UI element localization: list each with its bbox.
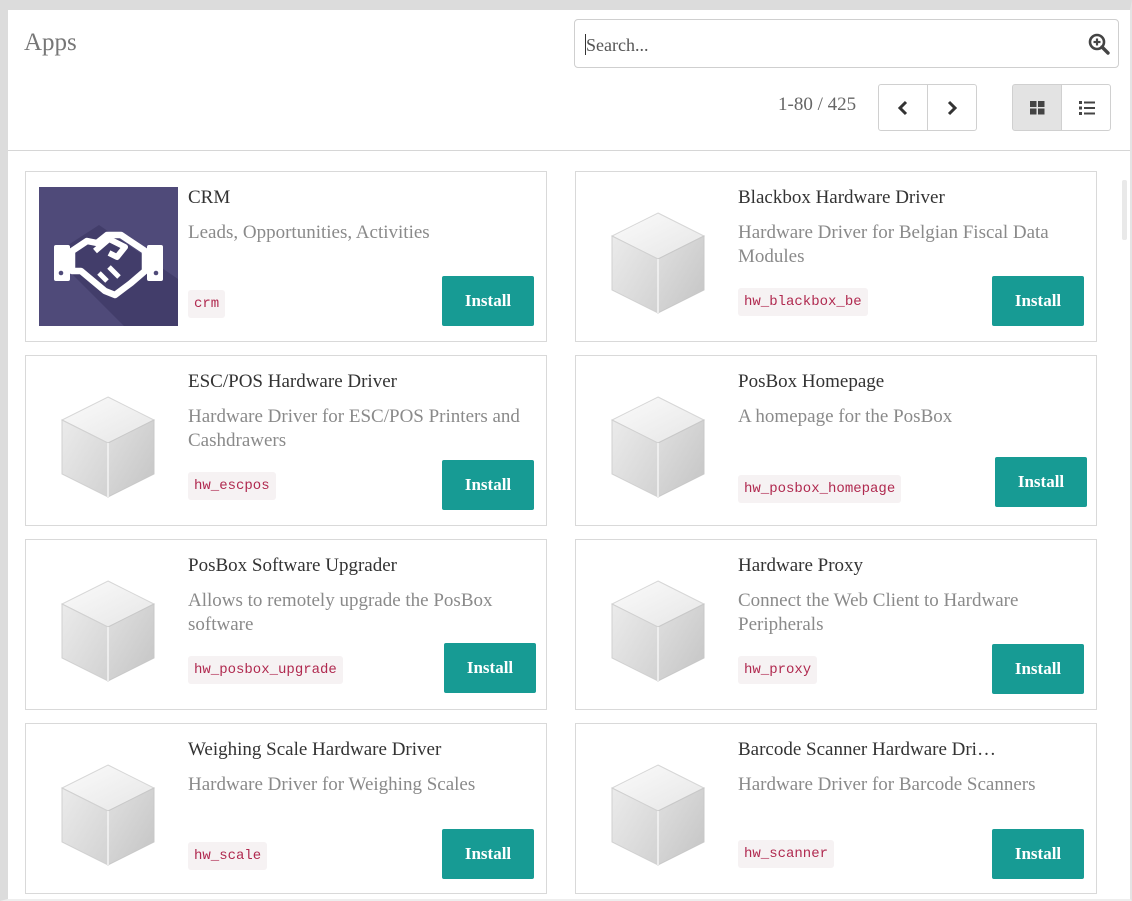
- install-button[interactable]: Install: [992, 829, 1084, 879]
- module-cube-icon: [39, 739, 178, 878]
- app-card-crm[interactable]: CRM Leads, Opportunities, Activities crm…: [25, 171, 547, 342]
- technical-name: hw_escpos: [188, 472, 276, 500]
- scrollbar-thumb[interactable]: [1122, 180, 1127, 240]
- app-summary: Hardware Driver for Barcode Scanners: [738, 774, 1036, 795]
- install-button[interactable]: Install: [992, 644, 1084, 694]
- install-button[interactable]: Install: [995, 457, 1087, 507]
- app-card-posbox-upgrade[interactable]: PosBox Software Upgrader Allows to remot…: [25, 539, 547, 710]
- pager-previous-button[interactable]: [878, 84, 928, 131]
- app-card-barcode-scanner[interactable]: Barcode Scanner Hardware Dri… Hardware D…: [575, 723, 1097, 894]
- text-caret: [585, 34, 586, 55]
- install-button[interactable]: Install: [442, 829, 534, 879]
- app-summary: A homepage for the PosBox: [738, 406, 953, 427]
- list-view-button[interactable]: [1061, 84, 1111, 131]
- crm-handshake-icon: [39, 187, 178, 326]
- app-title: PosBox Homepage: [738, 371, 885, 392]
- app-title: Barcode Scanner Hardware Dri…: [738, 739, 996, 760]
- search-zoom-icon[interactable]: [1087, 32, 1111, 56]
- app-card-escpos[interactable]: ESC/POS Hardware Driver Hardware Driver …: [25, 355, 547, 526]
- technical-name: hw_posbox_homepage: [738, 475, 902, 503]
- search-box[interactable]: [574, 19, 1119, 68]
- app-title: ESC/POS Hardware Driver: [188, 371, 397, 392]
- app-card-blackbox[interactable]: Blackbox Hardware Driver Hardware Driver…: [575, 171, 1097, 342]
- pager-next-button[interactable]: [927, 84, 977, 131]
- app-card-weighing-scale[interactable]: Weighing Scale Hardware Driver Hardware …: [25, 723, 547, 894]
- app-summary: Leads, Opportunities, Activities: [188, 222, 430, 243]
- app-title: CRM: [188, 187, 231, 208]
- install-button[interactable]: Install: [992, 276, 1084, 326]
- technical-name: hw_scale: [188, 842, 268, 870]
- app-summary: Allows to remotely upgrade the PosBox so…: [188, 590, 493, 635]
- technical-name: hw_proxy: [738, 656, 818, 684]
- grid-icon: [1030, 101, 1045, 115]
- control-panel: Apps 1-80 / 425: [8, 10, 1130, 151]
- pager-value[interactable]: 1-80 / 425: [778, 94, 856, 116]
- app-summary: Hardware Driver for Belgian Fiscal Data …: [738, 222, 1049, 267]
- chevron-left-icon: [897, 100, 908, 116]
- scrollbar[interactable]: [1119, 151, 1130, 899]
- app-summary: Hardware Driver for Weighing Scales: [188, 774, 476, 795]
- technical-name: hw_scanner: [738, 840, 835, 868]
- search-input[interactable]: [584, 32, 1064, 58]
- app-title: Weighing Scale Hardware Driver: [188, 739, 442, 760]
- technical-name: hw_posbox_upgrade: [188, 656, 343, 684]
- app-summary: Connect the Web Client to Hardware Perip…: [738, 590, 1019, 635]
- module-cube-icon: [39, 555, 178, 694]
- chevron-right-icon: [947, 100, 958, 116]
- module-cube-icon: [589, 187, 728, 326]
- install-button[interactable]: Install: [442, 460, 534, 510]
- app-card-hardware-proxy[interactable]: Hardware Proxy Connect the Web Client to…: [575, 539, 1097, 710]
- install-button[interactable]: Install: [444, 643, 536, 693]
- module-cube-icon: [589, 371, 728, 510]
- module-cube-icon: [589, 739, 728, 878]
- breadcrumb[interactable]: Apps: [24, 29, 77, 57]
- kanban-view-button[interactable]: [1012, 84, 1062, 131]
- list-icon: [1079, 101, 1095, 115]
- app-card-posbox-homepage[interactable]: PosBox Homepage A homepage for the PosBo…: [575, 355, 1097, 526]
- app-summary: Hardware Driver for ESC/POS Printers and…: [188, 406, 520, 451]
- technical-name: hw_blackbox_be: [738, 288, 868, 316]
- module-cube-icon: [589, 555, 728, 694]
- app-title: Hardware Proxy: [738, 555, 864, 576]
- app-title: Blackbox Hardware Driver: [738, 187, 945, 208]
- app-title: PosBox Software Upgrader: [188, 555, 397, 576]
- install-button[interactable]: Install: [442, 276, 534, 326]
- module-cube-icon: [39, 371, 178, 510]
- technical-name: crm: [188, 290, 226, 318]
